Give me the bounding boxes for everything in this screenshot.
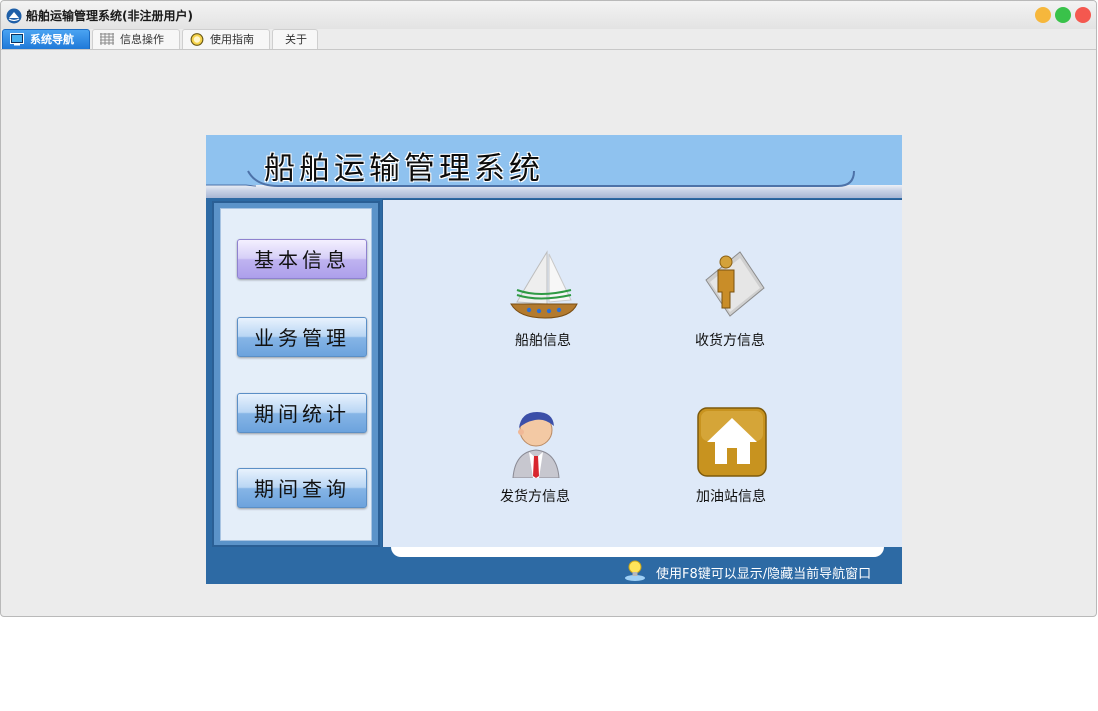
- nav-period-query-button[interactable]: 期间查询: [237, 468, 367, 508]
- maximize-button[interactable]: [1055, 7, 1071, 23]
- tile-receiver-info[interactable]: 收货方信息: [670, 248, 790, 358]
- minimize-button[interactable]: [1035, 7, 1051, 23]
- tab-system-navigation[interactable]: 系统导航: [2, 29, 90, 49]
- sidebar-inner: 基本信息 业务管理 期间统计 期间查询: [220, 208, 372, 541]
- app-logo-icon: [6, 8, 22, 24]
- tab-label: 系统导航: [30, 33, 74, 46]
- tab-user-guide[interactable]: 使用指南: [182, 29, 270, 49]
- tile-label: 收货方信息: [695, 333, 765, 349]
- app-window: 船舶运输管理系统(非注册用户) 系统导航 信息操作 使用指南 关于 船舶运输管理…: [0, 0, 1097, 617]
- tile-label: 船舶信息: [515, 333, 571, 349]
- gas-station-icon: [697, 407, 767, 477]
- title-bar[interactable]: 船舶运输管理系统(非注册用户): [1, 1, 1096, 29]
- tile-label: 加油站信息: [696, 489, 766, 505]
- tab-label: 使用指南: [210, 33, 254, 46]
- content-area: 船舶信息 收货方信息 发货方信息 加油站信息: [382, 199, 902, 547]
- panel-title: 船舶运输管理系统: [264, 151, 544, 187]
- sender-icon: [512, 412, 560, 478]
- navigation-panel: 船舶运输管理系统 基本信息 业务管理 期间统计 期间查询 船舶信息 收货方信息 …: [206, 135, 902, 584]
- panel-banner: 船舶运输管理系统: [206, 135, 902, 198]
- monitor-icon: [10, 33, 24, 46]
- hint-text: 使用F8键可以显示/隐藏当前导航窗口: [656, 567, 872, 582]
- ship-icon: [510, 250, 578, 319]
- tab-label: 关于: [285, 33, 307, 46]
- compass-icon: [190, 33, 204, 46]
- nav-period-statistics-button[interactable]: 期间统计: [237, 393, 367, 433]
- tab-label: 信息操作: [120, 33, 164, 46]
- tile-label: 发货方信息: [500, 489, 570, 505]
- tab-bar: 系统导航 信息操作 使用指南 关于: [1, 29, 1096, 50]
- grid-icon: [100, 33, 114, 45]
- tab-about[interactable]: 关于: [272, 29, 318, 49]
- tab-info-operation[interactable]: 信息操作: [92, 29, 180, 49]
- nav-business-management-button[interactable]: 业务管理: [237, 317, 367, 357]
- tile-gas-station-info[interactable]: 加油站信息: [671, 406, 791, 516]
- window-title: 船舶运输管理系统(非注册用户): [26, 9, 193, 23]
- tile-sender-info[interactable]: 发货方信息: [475, 406, 595, 516]
- nav-basic-info-button[interactable]: 基本信息: [237, 239, 367, 279]
- receiver-icon: [705, 251, 765, 317]
- lightbulb-icon: [625, 560, 645, 581]
- tile-ship-info[interactable]: 船舶信息: [483, 248, 603, 358]
- sidebar: 基本信息 业务管理 期间统计 期间查询: [212, 201, 380, 547]
- close-button[interactable]: [1075, 7, 1091, 23]
- footer-decoration: [391, 547, 884, 557]
